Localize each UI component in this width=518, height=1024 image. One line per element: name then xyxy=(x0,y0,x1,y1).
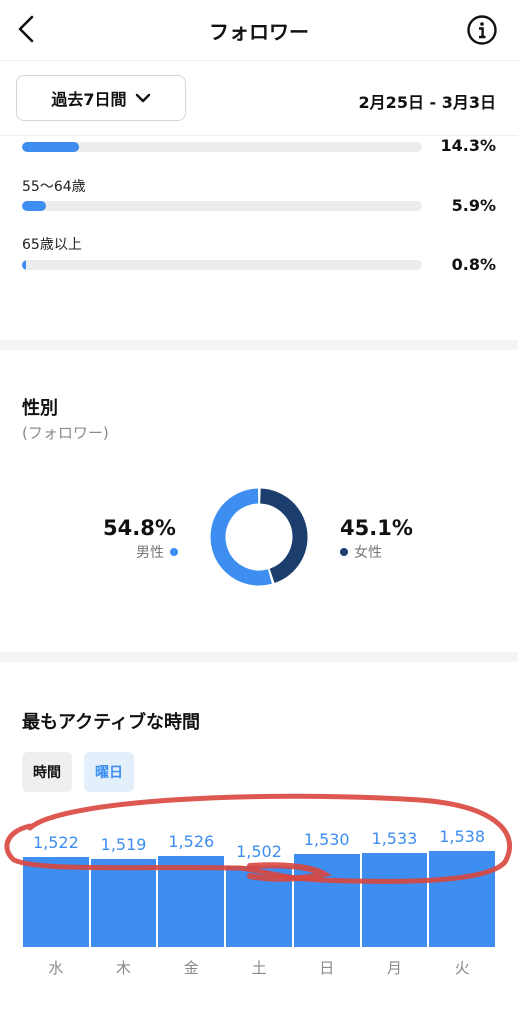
age-percent: 14.3% xyxy=(440,136,496,155)
active-times-section: 最もアクティブな時間 時間 曜日 1,522 水 1,519 木 1,526 金 1,502… xyxy=(0,662,518,1024)
bar-day-label: 火 xyxy=(454,959,470,977)
bar-day-label: 土 xyxy=(251,959,267,977)
section-subtitle: (フォロワー) xyxy=(22,424,109,442)
section-divider xyxy=(0,652,518,662)
age-bar-track xyxy=(22,142,422,152)
bar-day-label: 月 xyxy=(386,959,402,977)
page-title: フォロワー xyxy=(209,20,309,44)
bar-day-label: 金 xyxy=(183,959,199,977)
info-icon[interactable] xyxy=(466,14,498,46)
male-label: 男性 xyxy=(136,545,164,561)
chart-bar[interactable] xyxy=(293,854,360,947)
bar-day-label: 日 xyxy=(319,959,335,977)
chart-bar[interactable] xyxy=(361,853,428,947)
bar-day-label: 木 xyxy=(116,959,132,977)
chevron-down-icon xyxy=(135,93,150,103)
female-label: 女性 xyxy=(354,545,382,561)
chart-bar[interactable] xyxy=(429,851,495,947)
gender-section: 性別 (フォロワー) 54.8% 男性 45.1% 女性 xyxy=(0,350,518,652)
age-percent: 5.9% xyxy=(451,196,496,215)
range-dropdown[interactable]: 過去7日間 xyxy=(16,75,186,121)
section-divider xyxy=(0,340,518,350)
date-range-bar: 過去7日間 2月25日 - 3月3日 xyxy=(0,60,518,136)
chart-bar[interactable] xyxy=(23,857,89,947)
chart-bar[interactable] xyxy=(226,865,292,947)
age-bar-fill xyxy=(22,260,26,270)
range-dropdown-label: 過去7日間 xyxy=(51,90,127,109)
age-bar-fill xyxy=(22,142,80,152)
male-percent: 54.8% xyxy=(103,516,176,540)
date-range-text: 2月25日 - 3月3日 xyxy=(358,93,496,112)
female-percent: 45.1% xyxy=(340,516,413,540)
chart-bar[interactable] xyxy=(158,855,225,947)
age-bar-track xyxy=(22,201,422,211)
section-title: 性別 xyxy=(22,398,58,419)
age-percent: 0.8% xyxy=(451,255,496,274)
age-bar-fill xyxy=(22,201,46,211)
age-section: 14.3% 55〜64歳 5.9% 65歳以上 0.8% xyxy=(0,136,518,340)
male-legend: 男性 xyxy=(136,542,178,562)
male-dot-icon xyxy=(170,548,178,556)
female-dot-icon xyxy=(340,548,348,556)
active-days-chart: 1,522 水 1,519 木 1,526 金 1,502 土 1,530 日 1,533 月 1,53… xyxy=(0,662,518,1024)
age-label: 65歳以上 xyxy=(22,237,82,253)
chart-bar[interactable] xyxy=(90,858,157,947)
age-bar-track xyxy=(22,260,422,270)
gender-donut-chart xyxy=(210,488,308,586)
top-bar: フォロワー xyxy=(0,0,518,60)
bar-day-label: 水 xyxy=(48,959,64,977)
age-label: 55〜64歳 xyxy=(22,179,86,195)
bar-value-label: 1,538 xyxy=(439,827,486,846)
female-legend: 女性 xyxy=(340,542,382,562)
